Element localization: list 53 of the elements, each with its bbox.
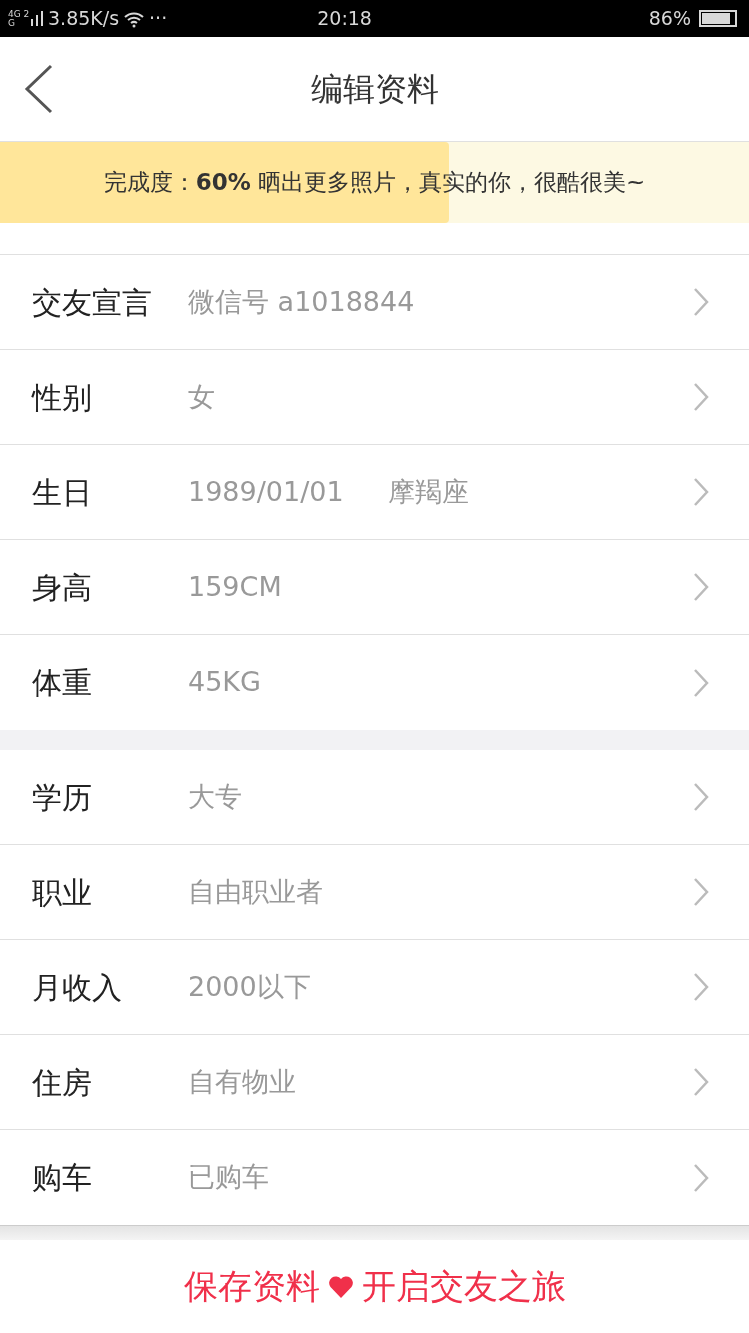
row-label: 购车 <box>32 1159 93 1197</box>
wifi-icon <box>123 9 146 28</box>
back-icon[interactable] <box>24 64 54 114</box>
row-value: 自由职业者 <box>188 874 323 909</box>
row-value: 微信号 a1018844 <box>188 284 415 319</box>
row-value: 大专 <box>188 779 242 814</box>
row-label: 交友宣言 <box>32 283 153 322</box>
row-value: 女 <box>188 379 215 414</box>
row-value: 已购车 <box>188 1160 269 1195</box>
network-speed: 3.85K/s <box>48 6 120 32</box>
row-label: 生日 <box>32 473 93 512</box>
row-value: 2000以下 <box>188 969 311 1004</box>
more-indicator: ··· <box>149 6 168 32</box>
row-label: 职业 <box>32 873 93 912</box>
battery-icon <box>699 10 737 27</box>
profile-row[interactable]: 身高 159CM <box>0 540 749 635</box>
profile-row[interactable]: 交友宣言 微信号 a1018844 <box>0 255 749 350</box>
chevron-right-icon <box>693 287 709 317</box>
completion-text: 完成度：60% 晒出更多照片，真实的你，很酷很美~ <box>103 168 646 198</box>
row-label: 月收入 <box>32 968 123 1007</box>
row-value: 摩羯座 <box>387 474 469 509</box>
network-indicator: 4G 2G <box>8 9 30 28</box>
chevron-right-icon <box>693 667 709 698</box>
row-label: 住房 <box>32 1063 93 1102</box>
profile-row[interactable]: 月收入 2000以下 <box>0 940 749 1035</box>
chevron-right-icon <box>693 877 709 907</box>
chevron-right-icon <box>693 1067 709 1097</box>
page-title: 编辑资料 <box>310 69 439 110</box>
chevron-right-icon <box>693 1162 709 1193</box>
signal-icon <box>30 10 44 27</box>
row-value: 1989/01/01 <box>188 474 344 509</box>
heart-icon <box>327 1274 354 1299</box>
battery-text: 86% <box>648 6 691 32</box>
row-label: 学历 <box>32 778 93 817</box>
profile-row[interactable]: 性别 女 <box>0 350 749 445</box>
profile-row[interactable]: 职业 自由职业者 <box>0 845 749 940</box>
profile-row[interactable]: 学历 大专 <box>0 750 749 845</box>
row-label: 身高 <box>32 568 93 607</box>
chevron-right-icon <box>693 972 709 1002</box>
chevron-right-icon <box>693 477 709 507</box>
profile-row[interactable]: 住房 自有物业 <box>0 1035 749 1130</box>
profile-row[interactable]: 生日 1989/01/01 摩羯座 <box>0 445 749 540</box>
profile-row[interactable]: 购车 已购车 <box>0 1130 749 1225</box>
row-label: 性别 <box>32 378 93 417</box>
clock: 20:18 <box>317 6 372 32</box>
chevron-right-icon <box>693 382 709 412</box>
row-value: 159CM <box>188 569 282 604</box>
chevron-right-icon <box>693 782 709 812</box>
row-value: 45KG <box>188 665 261 700</box>
profile-row[interactable]: 体重 45KG <box>0 635 749 730</box>
row-label: 体重 <box>32 664 93 702</box>
chevron-right-icon <box>693 572 709 602</box>
row-value: 自有物业 <box>188 1064 296 1099</box>
